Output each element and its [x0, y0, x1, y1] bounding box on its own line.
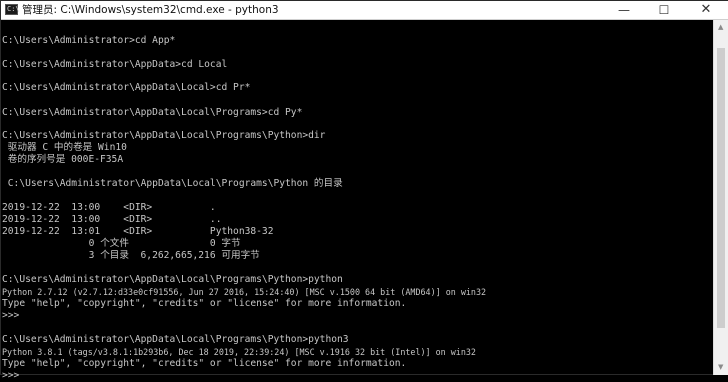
console-line: C:\Users\Administrator>cd App* — [2, 35, 176, 46]
console-line: Type "help", "copyright", "credits" or "… — [2, 358, 407, 369]
vertical-scrollbar[interactable]: ▲ ▼ — [713, 20, 728, 375]
console-line: C:\Users\Administrator\AppData\Local\Pro… — [2, 130, 326, 141]
console-line: 0 个文件 0 字节 — [2, 238, 241, 249]
console-line: C:\Users\Administrator\AppData\Local\Pro… — [2, 107, 303, 118]
console-line: C:\Users\Administrator\AppData\Local\Pro… — [2, 178, 343, 189]
console-line: 驱动器 C 中的卷是 Win10 — [2, 142, 127, 153]
console-line: C:\Users\Administrator\AppData>cd Local — [2, 59, 228, 70]
close-button[interactable]: ✕ — [687, 1, 725, 19]
console-line: C:\Users\Administrator\AppData\Local>cd … — [2, 82, 251, 93]
console-output[interactable]: C:\Users\Administrator>cd App* C:\Users\… — [1, 20, 713, 381]
console-line: Python 3.8.1 (tags/v3.8.1:1b293b6, Dec 1… — [2, 347, 476, 357]
title-bar[interactable]: C:\ 管理员: C:\Windows\system32\cmd.exe - p… — [1, 1, 728, 20]
console-line: 2019-12-22 13:00 <DIR> . — [2, 202, 216, 213]
cmd-window: C:\ 管理员: C:\Windows\system32\cmd.exe - p… — [0, 0, 728, 381]
console-line: C:\Users\Administrator\AppData\Local\Pro… — [2, 334, 349, 345]
maximize-button[interactable]: ☐ — [645, 1, 683, 19]
scrollbar-thumb[interactable] — [717, 48, 725, 328]
minimize-button[interactable]: — — [605, 1, 643, 19]
console-line: C:\Users\Administrator\AppData\Local\Pro… — [2, 274, 343, 285]
scroll-down-arrow-icon[interactable]: ▼ — [718, 363, 723, 371]
console-line: 2019-12-22 13:01 <DIR> Python38-32 — [2, 226, 274, 237]
window-title: 管理员: C:\Windows\system32\cmd.exe - pytho… — [22, 4, 279, 16]
console-line: 卷的序列号是 000E-F35A — [2, 154, 124, 165]
cmd-icon[interactable]: C:\ — [5, 4, 20, 15]
console-line: Type "help", "copyright", "credits" or "… — [2, 298, 407, 309]
console-line: >>> — [2, 310, 20, 321]
scroll-up-arrow-icon[interactable]: ▲ — [718, 23, 723, 31]
console-line: 2019-12-22 13:00 <DIR> .. — [2, 214, 222, 225]
console-line: Python 2.7.12 (v2.7.12:d33e0cf91556, Jun… — [2, 287, 487, 297]
console-line: 3 个目录 6,262,665,216 可用字节 — [2, 250, 260, 261]
cmd-icon-glyph: C:\ — [7, 5, 20, 13]
console-line: >>> — [2, 370, 20, 381]
